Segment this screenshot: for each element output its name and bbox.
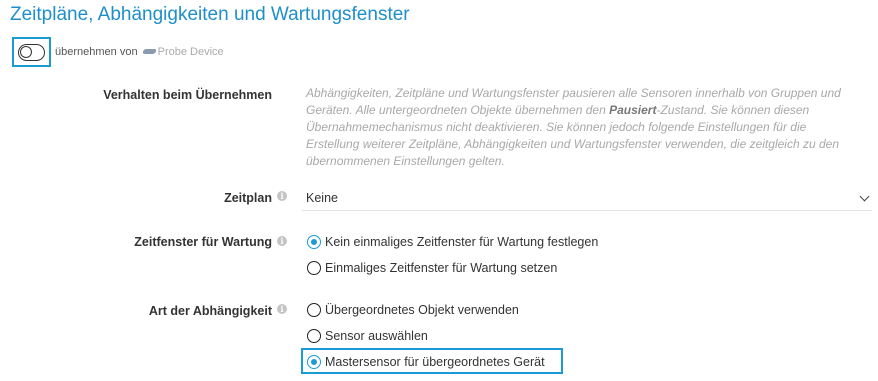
maintenance-option-set[interactable]: Einmaliges Zeitfenster für Wartung setze… bbox=[307, 259, 557, 277]
dependency-option-parent[interactable]: Übergeordnetes Objekt verwenden bbox=[307, 301, 519, 319]
toggle-switch[interactable] bbox=[18, 43, 45, 61]
schedule-label: Zeitplan bbox=[224, 191, 272, 205]
inherit-source-link[interactable]: Probe Device bbox=[158, 46, 224, 58]
behavior-label: Verhalten beim Übernehmen bbox=[103, 88, 272, 102]
radio-unchecked[interactable] bbox=[307, 303, 321, 317]
inherit-row: übernehmen von Probe Device bbox=[12, 37, 224, 67]
inherit-text: übernehmen von bbox=[55, 46, 138, 58]
toggle-knob bbox=[20, 45, 32, 58]
dependency-option-master[interactable]: Mastersensor für übergeordnetes Gerät bbox=[307, 353, 545, 371]
dependency-option-sensor[interactable]: Sensor auswählen bbox=[307, 327, 428, 345]
info-icon[interactable]: i bbox=[277, 304, 287, 314]
dependency-label: Art der Abhängigkeit bbox=[148, 304, 272, 318]
probe-device-icon bbox=[141, 49, 157, 55]
radio-checked[interactable] bbox=[307, 235, 321, 249]
behavior-description: Abhängigkeiten, Zeitpläne und Wartungsfe… bbox=[306, 85, 846, 170]
radio-checked[interactable] bbox=[307, 355, 321, 369]
inherit-toggle[interactable] bbox=[12, 37, 51, 67]
radio-unchecked[interactable] bbox=[307, 261, 321, 275]
maintenance-option-none[interactable]: Kein einmaliges Zeitfenster für Wartung … bbox=[307, 233, 598, 251]
dependency-option-label: Übergeordnetes Objekt verwenden bbox=[325, 303, 519, 317]
dependency-option-label: Mastersensor für übergeordnetes Gerät bbox=[325, 355, 545, 369]
inherit-label: übernehmen von Probe Device bbox=[55, 46, 224, 58]
maintenance-option-label: Kein einmaliges Zeitfenster für Wartung … bbox=[325, 235, 599, 249]
chevron-down-icon bbox=[859, 191, 870, 202]
maintenance-label: Zeitfenster für Wartung bbox=[134, 235, 272, 249]
radio-unchecked[interactable] bbox=[307, 329, 321, 343]
description-bold: Pausiert bbox=[609, 103, 657, 117]
schedule-select[interactable]: Keine bbox=[302, 185, 872, 211]
section-title: Zeitpläne, Abhängigkeiten und Wartungsfe… bbox=[10, 4, 410, 25]
dependency-option-label: Sensor auswählen bbox=[325, 329, 428, 343]
info-icon[interactable]: i bbox=[277, 191, 287, 201]
schedule-select-value: Keine bbox=[306, 190, 338, 205]
maintenance-option-label: Einmaliges Zeitfenster für Wartung setze… bbox=[325, 261, 558, 275]
info-icon[interactable]: i bbox=[277, 236, 287, 246]
